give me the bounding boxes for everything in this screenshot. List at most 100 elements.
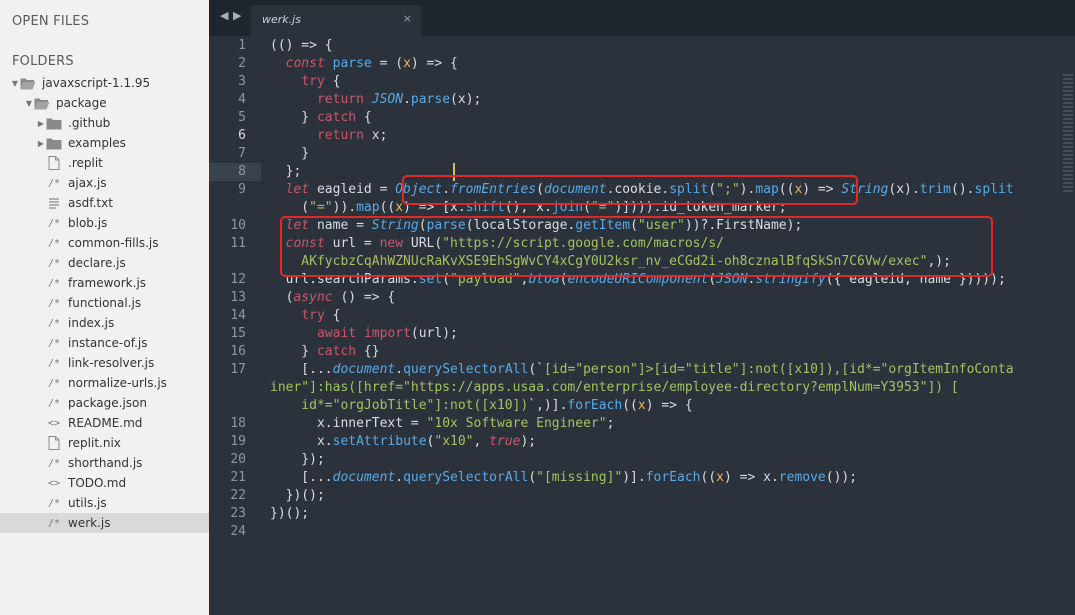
file-item[interactable]: /* link-resolver.js <box>0 353 209 373</box>
line-number: 15 <box>230 326 246 341</box>
file-item[interactable]: /* index.js <box>0 313 209 333</box>
code-line: x.innerText = "10x Software Engineer"; <box>270 415 614 433</box>
code-token: })(); <box>270 506 310 521</box>
code-token: new <box>379 236 404 251</box>
code-token: ) => x. <box>724 470 779 485</box>
code-token: [... <box>270 362 333 377</box>
code-token: x <box>716 470 724 485</box>
code-token: ( <box>630 218 638 233</box>
file-item[interactable]: <> TODO.md <box>0 473 209 493</box>
code-token: "https://script.google.com/macros/s/ <box>442 236 724 251</box>
file-item[interactable]: /* functional.js <box>0 293 209 313</box>
file-item[interactable]: /* utils.js <box>0 493 209 513</box>
line-number: 6 <box>238 128 246 143</box>
code-token: true <box>489 434 521 449</box>
code-token: const <box>285 56 325 71</box>
code-area[interactable]: (() => { const parse = (x) => { try { re… <box>270 36 1055 615</box>
code-line: } catch { <box>270 109 371 127</box>
editor-pane: ◀ ▶ werk.js × 1 2 3 4 5 6 7 8 9 10 11 12 13 14 15 16 17 1… <box>209 0 1075 615</box>
tree-item-label: README.md <box>68 416 143 430</box>
code-token: . <box>403 92 411 107</box>
tab-next-arrow-icon[interactable]: ▶ <box>233 9 241 22</box>
code-token: setAttribute <box>332 434 427 449</box>
js-icon: /* <box>47 377 61 389</box>
code-line: const url = new URL("https://script.goog… <box>270 235 724 253</box>
file-item[interactable]: <> README.md <box>0 413 209 433</box>
js-icon: /* <box>47 497 61 509</box>
folders-heading: FOLDERS <box>12 54 74 69</box>
file-item[interactable]: /* ajax.js <box>0 173 209 193</box>
tree-item-label: common-fills.js <box>68 236 159 250</box>
line-number: 4 <box>238 92 246 107</box>
code-token: ({ eagleid, name })))); <box>825 272 1006 287</box>
code-token: import <box>363 326 411 341</box>
code-token: "=" <box>309 200 333 215</box>
code-token: ( <box>708 272 717 287</box>
file-item[interactable]: /* instance-of.js <box>0 333 209 353</box>
file-item[interactable]: /* common-fills.js <box>0 233 209 253</box>
code-token: iner"]:has([href="https://apps.usaa.com/… <box>270 380 959 395</box>
line-number: 2 <box>238 56 246 71</box>
js-icon: /* <box>47 177 61 189</box>
file-item[interactable]: /* shorthand.js <box>0 453 209 473</box>
code-token: x; <box>363 128 388 143</box>
code-token: "x10" <box>434 434 474 449</box>
chevron-down-icon[interactable]: ▼ <box>10 73 20 93</box>
code-line: } catch {} <box>270 343 380 361</box>
code-token: try <box>301 308 325 323</box>
js-icon: /* <box>47 257 61 269</box>
tab-title: werk.js <box>262 13 301 26</box>
file-item[interactable]: /* declare.js <box>0 253 209 273</box>
tree-item-label: normalize-urls.js <box>68 376 167 390</box>
scrollbar-thumb[interactable] <box>1063 74 1073 194</box>
code-token: "user" <box>637 218 685 233</box>
chevron-right-icon[interactable]: ▶ <box>36 113 46 133</box>
code-token: ) => <box>802 182 842 197</box>
code-token: .cookie. <box>606 182 670 197</box>
js-icon: /* <box>47 457 61 469</box>
code-token: "10x Software Engineer" <box>426 416 607 431</box>
vertical-scrollbar[interactable] <box>1061 36 1075 615</box>
file-item[interactable]: /* blob.js <box>0 213 209 233</box>
folder-item[interactable]: ▶ .github <box>0 113 209 133</box>
file-item[interactable]: replit.nix <box>0 433 209 453</box>
file-item[interactable]: /* werk.js <box>0 513 209 533</box>
tree-item-label: werk.js <box>68 516 111 530</box>
code-line: (() => { <box>270 37 333 55</box>
folder-item[interactable]: ▼ javaxscript-1.1.95 <box>0 73 209 93</box>
code-token: stringify <box>755 272 826 287</box>
tab-prev-arrow-icon[interactable]: ◀ <box>220 9 228 22</box>
chevron-right-icon[interactable]: ▶ <box>36 133 46 153</box>
chevron-down-icon[interactable]: ▼ <box>24 93 34 113</box>
folder-item[interactable]: ▼ package <box>0 93 209 113</box>
active-line-highlight <box>209 163 261 181</box>
file-item[interactable]: .replit <box>0 153 209 173</box>
file-item[interactable]: /* framework.js <box>0 273 209 293</box>
folder-icon <box>46 136 62 150</box>
code-token: {} <box>356 344 380 359</box>
tab-werk-js[interactable]: werk.js × <box>251 5 421 36</box>
code-token: (), x. <box>504 200 552 215</box>
code-token: "[missing]" <box>536 470 623 485</box>
code-token: } <box>270 146 310 161</box>
code-token: { <box>324 74 341 89</box>
file-item[interactable]: asdf.txt <box>0 193 209 213</box>
tab-close-icon[interactable]: × <box>403 12 412 25</box>
folder-item[interactable]: ▶ examples <box>0 133 209 153</box>
code-line: [...document.querySelectorAll(`[id="pers… <box>270 361 1013 379</box>
code-line: }); <box>270 451 325 469</box>
file-item[interactable]: /* normalize-urls.js <box>0 373 209 393</box>
code-token: } <box>270 110 317 125</box>
file-item[interactable]: /* package.json <box>0 393 209 413</box>
line-number-gutter: 1 2 3 4 5 6 7 8 9 10 11 12 13 14 15 16 17 18 19 20 21 22 23 24 <box>209 36 261 615</box>
code-token: url.searchParams. <box>270 272 419 287</box>
tree-item-label: link-resolver.js <box>68 356 155 370</box>
line-number: 22 <box>230 488 246 503</box>
code-token: catch <box>316 110 357 125</box>
